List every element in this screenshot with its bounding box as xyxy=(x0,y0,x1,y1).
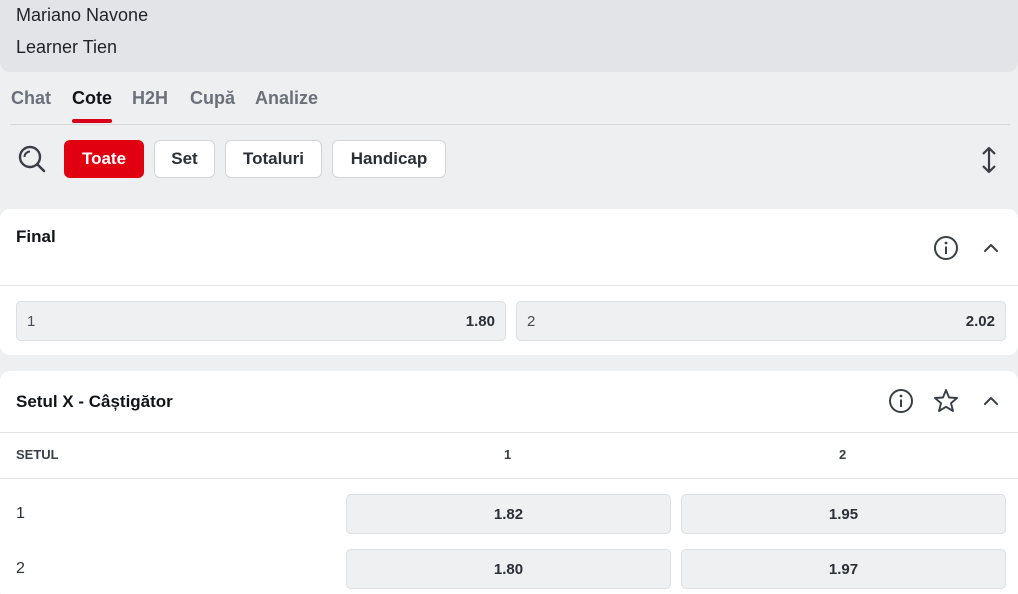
set-number: 1 xyxy=(16,505,25,522)
set-number: 2 xyxy=(16,560,25,577)
outcome-label: 2 xyxy=(527,313,536,330)
market-set-winner-card: Setul X - Câștigător SETUL 1 2 1 1.82 1.… xyxy=(0,371,1018,594)
chevron-up-icon[interactable] xyxy=(977,387,1005,415)
tab-h2h[interactable]: H2H xyxy=(132,88,168,109)
odd-button-home[interactable]: 1 1.80 xyxy=(16,301,506,341)
active-tab-indicator xyxy=(72,119,112,123)
away-player-name: Learner Tien xyxy=(16,37,118,57)
divider xyxy=(0,432,1018,433)
star-icon[interactable] xyxy=(932,387,960,415)
filter-totaluri[interactable]: Totaluri xyxy=(225,140,322,178)
odd-value: 2.02 xyxy=(965,313,995,330)
odd-button-set1-home[interactable]: 1.82 xyxy=(346,494,671,534)
market-title: Setul X - Câștigător xyxy=(16,392,173,411)
odd-button-away[interactable]: 2 2.02 xyxy=(516,301,1006,341)
tab-analize[interactable]: Analize xyxy=(255,88,318,109)
column-header-home: 1 xyxy=(504,447,512,462)
info-icon[interactable] xyxy=(932,234,960,262)
info-icon[interactable] xyxy=(887,387,915,415)
column-header-away: 2 xyxy=(839,447,847,462)
tab-chat[interactable]: Chat xyxy=(11,88,51,109)
divider xyxy=(0,285,1018,286)
filter-toate[interactable]: Toate xyxy=(64,140,144,178)
tab-cupa[interactable]: Cupă xyxy=(190,88,235,109)
odd-value: 1.80 xyxy=(465,313,495,330)
chevron-up-icon[interactable] xyxy=(977,234,1005,262)
tab-cote[interactable]: Cote xyxy=(72,88,112,109)
search-icon[interactable] xyxy=(16,143,48,175)
match-players-header: Mariano Navone Learner Tien xyxy=(0,0,1018,72)
filter-handicap[interactable]: Handicap xyxy=(332,140,446,178)
odds-page: Mariano Navone Learner Tien Chat Cote H2… xyxy=(0,0,1018,594)
column-header-set: SETUL xyxy=(16,447,59,462)
filter-set[interactable]: Set xyxy=(154,140,215,178)
match-tabs: Chat Cote H2H Cupă Analize xyxy=(10,86,1010,125)
odd-button-set2-home[interactable]: 1.80 xyxy=(346,549,671,589)
sort-arrows-icon[interactable] xyxy=(976,144,1002,176)
divider xyxy=(0,478,1018,479)
odd-button-set2-away[interactable]: 1.97 xyxy=(681,549,1006,589)
home-player-name: Mariano Navone xyxy=(16,5,149,25)
outcome-label: 1 xyxy=(27,313,36,330)
odd-button-set1-away[interactable]: 1.95 xyxy=(681,494,1006,534)
market-final-card: Final 1 1.80 2 2.02 xyxy=(0,209,1018,355)
market-title: Final xyxy=(16,227,56,246)
